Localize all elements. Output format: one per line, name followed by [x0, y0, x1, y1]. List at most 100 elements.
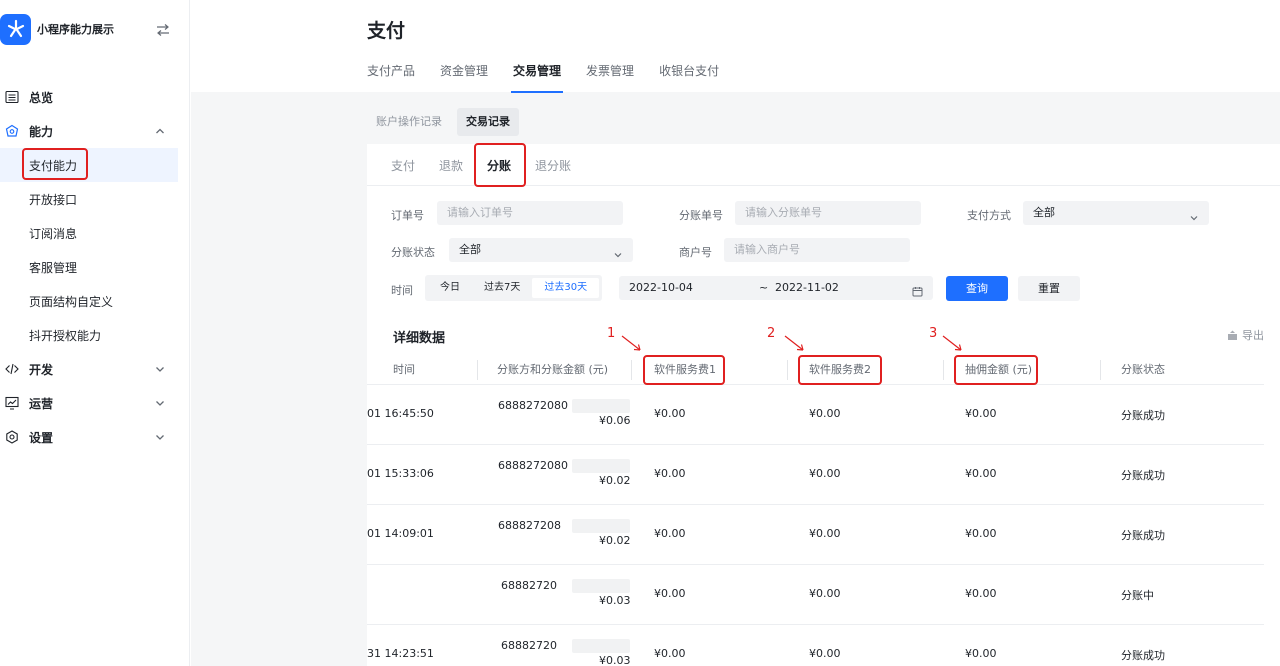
- sidebar-item-label: 抖开授权能力: [29, 328, 102, 343]
- column-commission: 抽佣金额 (元): [954, 355, 1038, 385]
- sidebar-item-label: 能力: [29, 124, 54, 139]
- cell-time: 01 14:09:01: [367, 527, 434, 540]
- cell-split-status: 分账成功: [1121, 469, 1165, 482]
- sidebar-item-douyin-auth[interactable]: 抖开授权能力: [0, 318, 190, 352]
- ability-icon: [5, 124, 19, 138]
- sidebar-item-label: 总览: [29, 90, 54, 105]
- annotation-arrow-icon: [942, 335, 962, 351]
- pay-method-label: 支付方式: [967, 209, 1011, 222]
- date-separator: ~: [759, 281, 769, 294]
- cell-software-fee-1: ¥0.00: [654, 527, 686, 540]
- range-today[interactable]: 今日: [428, 278, 472, 298]
- range-7-days[interactable]: 过去7天: [472, 278, 532, 298]
- tab-invoice-management[interactable]: 发票管理: [586, 62, 634, 91]
- calendar-icon: [912, 282, 923, 306]
- export-button[interactable]: 导出: [1227, 327, 1264, 343]
- chevron-down-icon: [613, 245, 623, 258]
- annotation-arrow-icon: [621, 335, 641, 351]
- sidebar-item-ability[interactable]: 能力: [0, 114, 190, 148]
- cell-time: 01 16:45:50: [367, 407, 434, 420]
- cell-split-party: 68882720: [501, 579, 557, 592]
- column-divider: [943, 360, 944, 380]
- order-no-input[interactable]: 请输入订单号: [437, 201, 623, 225]
- cell-time: 31 14:23:51: [367, 647, 434, 660]
- reset-button[interactable]: 重置: [1018, 276, 1080, 301]
- merchant-input[interactable]: 请输入商户号: [724, 238, 910, 262]
- sidebar-item-settings[interactable]: 设置: [0, 420, 190, 454]
- time-label: 时间: [391, 284, 413, 297]
- split-status-select[interactable]: 全部: [449, 238, 633, 262]
- pay-method-select[interactable]: 全部: [1023, 201, 1209, 225]
- main-content: 支付 支付产品 资金管理 交易管理 发票管理 收银台支付 账户操作记录 交易记录…: [191, 0, 1280, 666]
- split-status-label: 分账状态: [391, 246, 435, 259]
- annotation-number: 2: [767, 326, 776, 341]
- tab-refund[interactable]: 退款: [439, 157, 463, 174]
- cell-split-amount: ¥0.06: [599, 414, 631, 427]
- highlight-box: [22, 148, 88, 180]
- collapse-sidebar-icon[interactable]: [156, 22, 170, 36]
- split-no-input[interactable]: 请输入分账单号: [735, 201, 921, 225]
- subtab-transaction-record[interactable]: 交易记录: [457, 108, 519, 136]
- chevron-down-icon: [154, 431, 166, 443]
- sidebar-item-open-api[interactable]: 开放接口: [0, 182, 190, 216]
- tab-payment-product[interactable]: 支付产品: [367, 62, 415, 91]
- cell-split-amount: ¥0.03: [599, 594, 631, 607]
- column-divider: [631, 360, 632, 380]
- highlight-box: [474, 143, 527, 187]
- table-row: 31 14:23:51 68882720 ¥0.03 ¥0.00 ¥0.00 ¥0.00 分…: [367, 625, 1264, 666]
- cell-commission: ¥0.00: [965, 587, 997, 600]
- date-end: 2022-11-02: [775, 281, 839, 294]
- sidebar-item-customer-service[interactable]: 客服管理: [0, 250, 190, 284]
- column-time: 时间: [393, 363, 415, 376]
- select-value: 全部: [459, 243, 481, 256]
- table-row: 01 14:09:01 688827208 ¥0.02 ¥0.00 ¥0.00 ¥0.00…: [367, 505, 1264, 565]
- sidebar-item-develop[interactable]: 开发: [0, 352, 190, 386]
- chart-icon: [5, 396, 19, 410]
- record-subtabs: 账户操作记录 交易记录: [367, 100, 1280, 144]
- transaction-type-tabs: 支付 退款 分账 退分账: [367, 143, 1280, 187]
- cell-commission: ¥0.00: [965, 647, 997, 660]
- tab-split[interactable]: 分账: [474, 143, 527, 187]
- sidebar-item-label: 客服管理: [29, 260, 78, 275]
- cell-split-status: 分账中: [1121, 589, 1154, 602]
- tab-cashier-payment[interactable]: 收银台支付: [659, 62, 719, 91]
- column-split-party: 分账方和分账金额 (元): [497, 363, 609, 376]
- sidebar-item-payment-ability[interactable]: 支付能力: [0, 148, 178, 182]
- sidebar-nav: 总览 能力 支付能力 开放接口 订阅消息 客服管理 页面结构自定义 抖开授权能力…: [0, 80, 190, 454]
- split-no-label: 分账单号: [679, 209, 723, 222]
- tab-fund-management[interactable]: 资金管理: [440, 62, 488, 91]
- table-header: 时间 分账方和分账金额 (元) 软件服务费1 软件服务费2 抽佣金额 (元) 分…: [367, 355, 1264, 385]
- export-icon: [1227, 330, 1238, 341]
- sidebar-item-operation[interactable]: 运营: [0, 386, 190, 420]
- page-header: 支付 支付产品 资金管理 交易管理 发票管理 收银台支付: [191, 0, 1280, 93]
- tab-transaction-management[interactable]: 交易管理: [511, 62, 564, 93]
- cell-split-amount: ¥0.02: [599, 534, 631, 547]
- column-divider: [787, 360, 788, 380]
- transaction-card: 账户操作记录 交易记录 支付 退款 分账 退分账 订单号 请输入订单号 分账单号…: [367, 100, 1280, 666]
- select-value: 全部: [1033, 206, 1055, 219]
- sidebar-item-subscribe-message[interactable]: 订阅消息: [0, 216, 190, 250]
- chevron-down-icon: [154, 397, 166, 409]
- cell-split-party: 6888272080: [498, 399, 568, 412]
- sidebar-item-page-structure[interactable]: 页面结构自定义: [0, 284, 190, 318]
- redaction-mask: [572, 579, 630, 593]
- chevron-down-icon: [1189, 208, 1199, 221]
- tab-pay[interactable]: 支付: [391, 157, 415, 174]
- date-range-picker[interactable]: 2022-10-04 ~ 2022-11-02: [619, 276, 933, 300]
- query-button[interactable]: 查询: [946, 276, 1008, 301]
- subtab-account-operation-record[interactable]: 账户操作记录: [367, 108, 451, 136]
- sidebar-item-overview[interactable]: 总览: [0, 80, 190, 114]
- sidebar-item-label: 开放接口: [29, 192, 78, 207]
- cell-commission: ¥0.00: [965, 467, 997, 480]
- table-row: 68882720 ¥0.03 ¥0.00 ¥0.00 ¥0.00 分账中: [367, 565, 1264, 625]
- annotation-number: 3: [929, 326, 938, 341]
- range-30-days[interactable]: 过去30天: [532, 278, 600, 298]
- cell-split-party: 688827208: [498, 519, 561, 532]
- cell-software-fee-1: ¥0.00: [654, 647, 686, 660]
- annotation-number: 1: [607, 326, 616, 341]
- tab-refund-split[interactable]: 退分账: [535, 157, 571, 174]
- sidebar-item-label: 页面结构自定义: [29, 294, 114, 309]
- order-no-label: 订单号: [391, 209, 424, 222]
- cell-split-status: 分账成功: [1121, 529, 1165, 542]
- cell-split-amount: ¥0.02: [599, 474, 631, 487]
